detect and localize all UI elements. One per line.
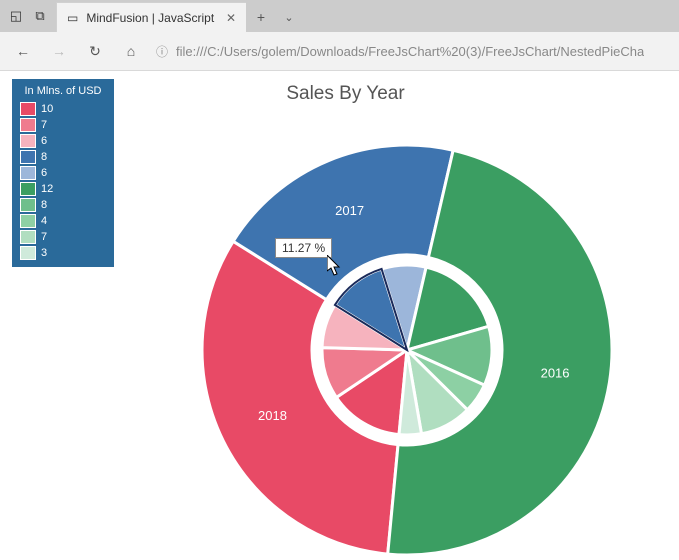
- recent-activities-icon[interactable]: ◱: [4, 0, 28, 32]
- tooltip: 11.27 %: [275, 238, 332, 258]
- chart-area: 2018 2017 2016 11.27 %: [12, 105, 679, 555]
- back-button[interactable]: ←: [6, 34, 40, 68]
- tab-favicon: ▭: [67, 11, 78, 25]
- slice-label: 2018: [258, 408, 287, 423]
- nav-bar: ← → ↻ ⌂ ⓘ file:///C:/Users/golem/Downloa…: [0, 32, 679, 70]
- refresh-button[interactable]: ↻: [78, 34, 112, 68]
- info-icon[interactable]: ⓘ: [156, 43, 168, 60]
- page-content: Sales By Year In Mlns. of USD 1076861284…: [0, 71, 679, 555]
- home-button[interactable]: ⌂: [114, 34, 148, 68]
- slice-label: 2017: [335, 203, 364, 218]
- tab-title: MindFusion | JavaScript: [86, 11, 218, 25]
- tab-bar: ◱ ⧉ ▭ MindFusion | JavaScript ✕ + ⌄: [0, 0, 679, 32]
- address-bar[interactable]: ⓘ file:///C:/Users/golem/Downloads/FreeJ…: [150, 36, 673, 66]
- browser-tab[interactable]: ▭ MindFusion | JavaScript ✕: [56, 2, 246, 32]
- legend-title: In Mlns. of USD: [18, 85, 108, 97]
- forward-button[interactable]: →: [42, 34, 76, 68]
- new-tab-button[interactable]: +: [246, 2, 276, 32]
- set-aside-tabs-icon[interactable]: ⧉: [28, 0, 52, 32]
- slice-label: 2016: [541, 365, 570, 380]
- nested-pie-chart[interactable]: 2018 2017 2016: [12, 105, 679, 555]
- close-icon[interactable]: ✕: [226, 11, 236, 25]
- url-text: file:///C:/Users/golem/Downloads/FreeJsC…: [176, 44, 644, 59]
- window-controls: ◱ ⧉: [0, 0, 56, 32]
- tab-chevron-down-icon[interactable]: ⌄: [276, 2, 302, 32]
- browser-chrome: ◱ ⧉ ▭ MindFusion | JavaScript ✕ + ⌄ ← → …: [0, 0, 679, 71]
